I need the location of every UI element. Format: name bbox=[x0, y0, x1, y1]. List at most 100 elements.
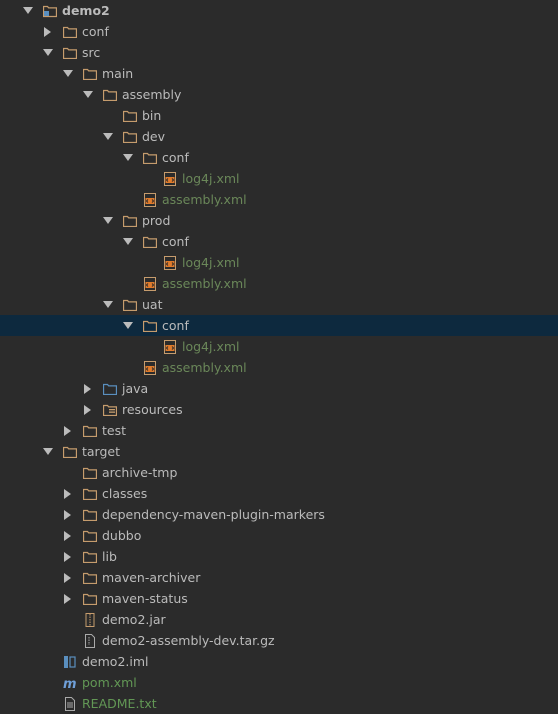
chevron-down-icon[interactable] bbox=[22, 5, 34, 17]
tree-node-label: log4j.xml bbox=[182, 171, 240, 186]
tree-node[interactable]: log4j.xml bbox=[0, 336, 558, 357]
xml-file-icon bbox=[142, 360, 158, 376]
tree-node[interactable]: README.txt bbox=[0, 693, 558, 714]
module-folder-icon bbox=[42, 3, 58, 19]
project-tree[interactable]: demo2 conf src main assembly bin dev conf log4j.… bbox=[0, 0, 558, 714]
tree-node[interactable]: assembly bbox=[0, 84, 558, 105]
tree-node[interactable]: assembly.xml bbox=[0, 189, 558, 210]
folder-icon bbox=[122, 108, 138, 124]
tree-node[interactable]: lib bbox=[0, 546, 558, 567]
tree-node-label: lib bbox=[102, 549, 117, 564]
tree-node[interactable]: prod bbox=[0, 210, 558, 231]
chevron-right-icon[interactable] bbox=[62, 572, 74, 584]
tree-node[interactable]: dev bbox=[0, 126, 558, 147]
tree-node-label: conf bbox=[162, 150, 189, 165]
chevron-down-icon[interactable] bbox=[102, 215, 114, 227]
chevron-right-icon[interactable] bbox=[62, 593, 74, 605]
tree-node[interactable]: demo2 bbox=[0, 0, 558, 21]
xml-file-icon bbox=[162, 171, 178, 187]
tree-node-label: conf bbox=[82, 24, 109, 39]
tree-node[interactable]: dependency-maven-plugin-markers bbox=[0, 504, 558, 525]
tree-node-label: target bbox=[82, 444, 121, 459]
tree-node-label: java bbox=[122, 381, 149, 396]
resources-folder-icon bbox=[102, 402, 118, 418]
tree-node[interactable]: target bbox=[0, 441, 558, 462]
tree-node[interactable]: java bbox=[0, 378, 558, 399]
jar-file-icon bbox=[82, 612, 98, 628]
tree-node[interactable]: conf bbox=[0, 21, 558, 42]
folder-icon bbox=[82, 423, 98, 439]
folder-icon bbox=[62, 444, 78, 460]
tree-node[interactable]: log4j.xml bbox=[0, 168, 558, 189]
chevron-down-icon[interactable] bbox=[82, 89, 94, 101]
chevron-right-icon[interactable] bbox=[42, 26, 54, 38]
xml-file-icon bbox=[142, 276, 158, 292]
tree-node-label: dev bbox=[142, 129, 166, 144]
chevron-right-icon[interactable] bbox=[62, 530, 74, 542]
tree-node-label: maven-status bbox=[102, 591, 188, 606]
tree-node-label: bin bbox=[142, 108, 162, 123]
folder-icon bbox=[82, 465, 98, 481]
tree-node[interactable]: conf bbox=[0, 315, 558, 336]
tree-node-label: dependency-maven-plugin-markers bbox=[102, 507, 325, 522]
folder-icon bbox=[82, 66, 98, 82]
folder-icon bbox=[122, 213, 138, 229]
chevron-right-icon[interactable] bbox=[62, 551, 74, 563]
tree-node-label: test bbox=[102, 423, 127, 438]
folder-icon bbox=[62, 24, 78, 40]
tree-node-label: classes bbox=[102, 486, 148, 501]
tree-node[interactable]: archive-tmp bbox=[0, 462, 558, 483]
xml-file-icon bbox=[142, 192, 158, 208]
svg-text:m: m bbox=[63, 677, 77, 690]
tree-node-label: maven-archiver bbox=[102, 570, 201, 585]
tree-node-label: conf bbox=[162, 234, 189, 249]
tree-node[interactable]: main bbox=[0, 63, 558, 84]
chevron-down-icon[interactable] bbox=[102, 131, 114, 143]
tree-node-label: README.txt bbox=[82, 696, 157, 711]
tree-node[interactable]: demo2-assembly-dev.tar.gz bbox=[0, 630, 558, 651]
tree-node[interactable]: resources bbox=[0, 399, 558, 420]
folder-icon bbox=[142, 318, 158, 334]
tree-node[interactable]: log4j.xml bbox=[0, 252, 558, 273]
chevron-right-icon[interactable] bbox=[82, 383, 94, 395]
tree-node-label: conf bbox=[162, 318, 189, 333]
tree-node[interactable]: classes bbox=[0, 483, 558, 504]
tree-node[interactable]: demo2.iml bbox=[0, 651, 558, 672]
tree-node[interactable]: maven-archiver bbox=[0, 567, 558, 588]
iml-file-icon bbox=[62, 654, 78, 670]
archive-file-icon bbox=[82, 633, 98, 649]
chevron-right-icon[interactable] bbox=[62, 425, 74, 437]
chevron-down-icon[interactable] bbox=[42, 47, 54, 59]
folder-icon bbox=[82, 528, 98, 544]
tree-node[interactable]: src bbox=[0, 42, 558, 63]
tree-node-label: assembly.xml bbox=[162, 360, 247, 375]
tree-node[interactable]: test bbox=[0, 420, 558, 441]
chevron-down-icon[interactable] bbox=[62, 68, 74, 80]
tree-node[interactable]: conf bbox=[0, 231, 558, 252]
folder-icon bbox=[122, 297, 138, 313]
tree-node-label: assembly bbox=[122, 87, 182, 102]
chevron-right-icon[interactable] bbox=[82, 404, 94, 416]
maven-file-icon: m bbox=[62, 675, 78, 691]
tree-node[interactable]: dubbo bbox=[0, 525, 558, 546]
tree-node[interactable]: conf bbox=[0, 147, 558, 168]
chevron-right-icon[interactable] bbox=[62, 488, 74, 500]
chevron-down-icon[interactable] bbox=[122, 236, 134, 248]
tree-node-label: demo2-assembly-dev.tar.gz bbox=[102, 633, 275, 648]
tree-node[interactable]: assembly.xml bbox=[0, 357, 558, 378]
chevron-down-icon[interactable] bbox=[42, 446, 54, 458]
chevron-down-icon[interactable] bbox=[122, 320, 134, 332]
tree-node[interactable]: maven-status bbox=[0, 588, 558, 609]
tree-node[interactable]: uat bbox=[0, 294, 558, 315]
chevron-down-icon[interactable] bbox=[122, 152, 134, 164]
folder-icon bbox=[142, 150, 158, 166]
tree-node-label: demo2.jar bbox=[102, 612, 166, 627]
tree-node[interactable]: bin bbox=[0, 105, 558, 126]
chevron-down-icon[interactable] bbox=[102, 299, 114, 311]
tree-node[interactable]: demo2.jar bbox=[0, 609, 558, 630]
tree-node-label: dubbo bbox=[102, 528, 142, 543]
tree-node[interactable]: m pom.xml bbox=[0, 672, 558, 693]
tree-node-label: demo2.iml bbox=[82, 654, 149, 669]
tree-node[interactable]: assembly.xml bbox=[0, 273, 558, 294]
chevron-right-icon[interactable] bbox=[62, 509, 74, 521]
